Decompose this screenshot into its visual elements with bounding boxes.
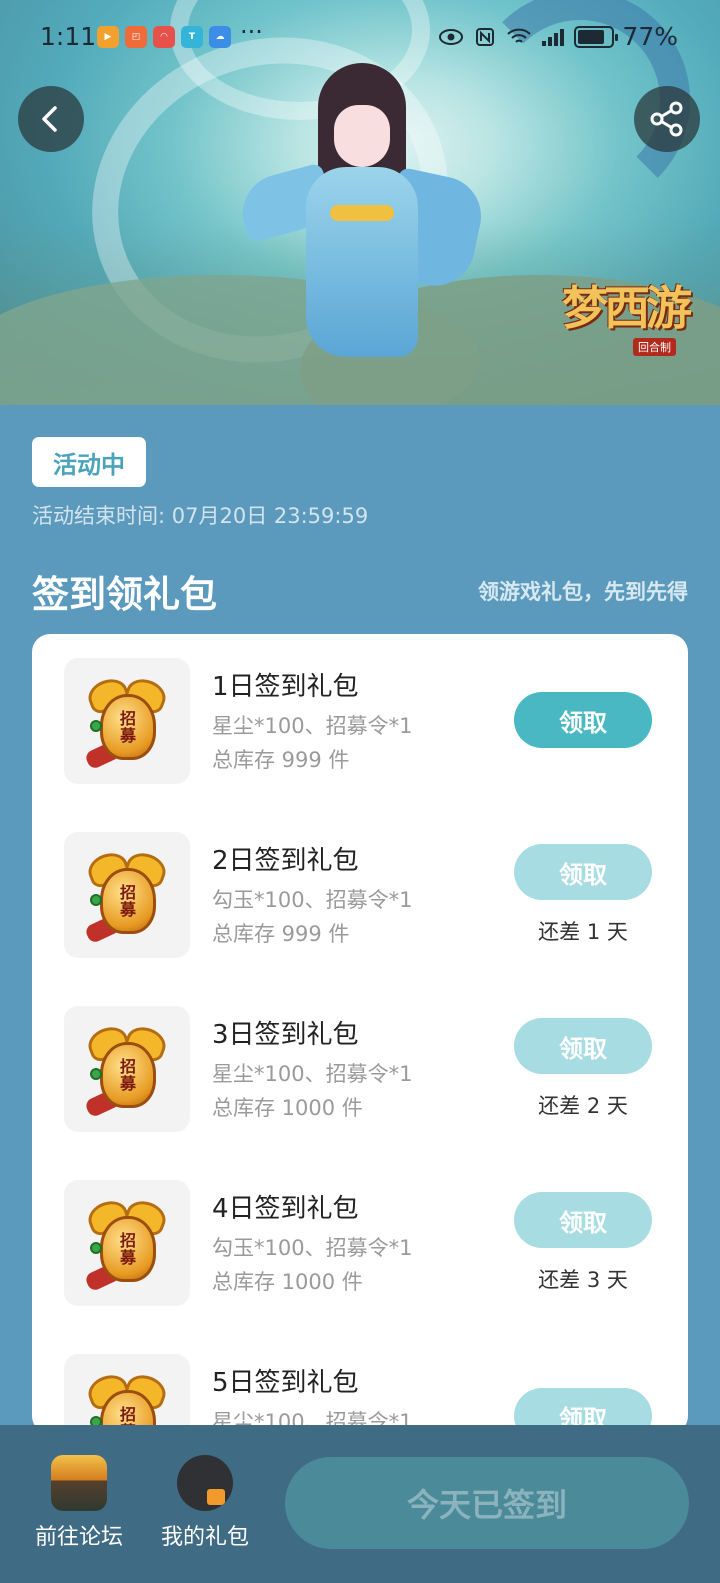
- checkin-button[interactable]: 今天已签到: [285, 1457, 689, 1549]
- gift-row: 招募 2日签到礼包勾玉*100、招募令*1 总库存 999 件 领取还差 1 天: [32, 808, 688, 982]
- activity-end-time: 活动结束时间: 07月20日 23:59:59: [32, 504, 369, 528]
- back-button[interactable]: [18, 86, 84, 152]
- recruit-token-icon: 招募: [82, 674, 172, 771]
- token-label: 招募: [119, 1057, 136, 1093]
- notification-icons: ▶ ◰ ◠ T ☁: [97, 26, 231, 48]
- wifi-icon: [507, 28, 532, 43]
- battery-icon: [574, 25, 619, 48]
- grid-app-icon: ◰: [125, 26, 147, 48]
- gift-title: 2日签到礼包: [212, 846, 359, 876]
- gift-thumbnail: 招募: [64, 1354, 190, 1434]
- token-label: 招募: [119, 883, 136, 919]
- gift-row: 招募5日签到礼包星尘*100、招募令*1领取: [32, 1330, 688, 1434]
- gift-stock: 总库存 999 件: [212, 922, 350, 946]
- character-illustration: [233, 55, 489, 375]
- gift-stock: 总库存 1000 件: [212, 1270, 363, 1294]
- my-gifts-nav-button[interactable]: 我的礼包: [150, 1455, 260, 1551]
- share-icon: [650, 101, 683, 137]
- more-notifications-icon: ···: [240, 18, 263, 46]
- gift-contents: 星尘*100、招募令*1: [212, 714, 413, 738]
- gift-thumbnail: 招募: [64, 658, 190, 784]
- section-title: 签到领礼包: [32, 573, 217, 616]
- forum-nav-label: 前往论坛: [34, 1525, 123, 1550]
- gift-avatar-icon: [177, 1455, 233, 1511]
- gift-row: 招募 3日签到礼包星尘*100、招募令*1 总库存 1000 件 领取还差 2 天: [32, 982, 688, 1156]
- gift-title: 3日签到礼包: [212, 1020, 359, 1050]
- game-logo-subtitle: 回合制: [633, 338, 676, 356]
- tap-app-icon: T: [181, 26, 203, 48]
- shop-app-icon: ◠: [153, 26, 175, 48]
- nfc-icon: [476, 27, 495, 46]
- gift-row: 招募 4日签到礼包勾玉*100、招募令*1 总库存 1000 件 领取还差 3 天: [32, 1156, 688, 1330]
- gift-title: 1日签到礼包: [212, 672, 359, 702]
- gift-contents: 勾玉*100、招募令*1: [212, 1236, 413, 1260]
- gift-contents: 星尘*100、招募令*1: [212, 1062, 413, 1086]
- gift-stock: 总库存 1000 件: [212, 1096, 363, 1120]
- video-app-icon: ▶: [97, 26, 119, 48]
- gift-contents: 勾玉*100、招募令*1: [212, 888, 413, 912]
- claim-button[interactable]: 领取: [514, 1018, 652, 1074]
- token-label: 招募: [119, 1231, 136, 1267]
- signal-icon: [542, 28, 565, 46]
- status-time: 1:11: [40, 22, 97, 51]
- gift-list-card: 招募 1日签到礼包 星尘*100、招募令*1 总库存 999 件领取 招募 2日签到礼包勾…: [32, 634, 688, 1434]
- recruit-token-icon: 招募: [82, 848, 172, 945]
- recruit-token-icon: 招募: [82, 1196, 172, 1293]
- my-gifts-nav-label: 我的礼包: [160, 1525, 249, 1550]
- days-remaining: 还差 1 天: [538, 920, 628, 944]
- game-logo: 梦西游 回合制: [562, 280, 702, 360]
- status-right: 77%: [438, 22, 678, 51]
- days-remaining: 还差 2 天: [538, 1094, 628, 1118]
- status-bar: 1:11 ▶ ◰ ◠ T ☁ ··· 77%: [0, 0, 720, 76]
- section-subtitle: 领游戏礼包，先到先得: [478, 580, 688, 604]
- forum-nav-button[interactable]: 前往论坛: [24, 1455, 134, 1551]
- gift-row: 招募 1日签到礼包星尘*100、招募令*1 总库存 999 件 领取: [32, 634, 688, 808]
- forum-avatar-icon: [51, 1455, 107, 1511]
- gift-title: 5日签到礼包: [212, 1368, 359, 1398]
- bottom-bar: 前往论坛 我的礼包 今天已签到: [0, 1425, 720, 1583]
- weather-app-icon: ☁: [209, 26, 231, 48]
- gift-stock: 总库存 999 件: [212, 748, 350, 772]
- gift-thumbnail: 招募: [64, 1180, 190, 1306]
- claim-button[interactable]: 领取: [514, 692, 652, 748]
- gift-thumbnail: 招募: [64, 1006, 190, 1132]
- share-button[interactable]: [634, 86, 700, 152]
- token-label: 招募: [119, 709, 136, 745]
- chevron-left-icon: [42, 106, 57, 132]
- claim-button[interactable]: 领取: [514, 844, 652, 900]
- recruit-token-icon: 招募: [82, 1022, 172, 1119]
- claim-button[interactable]: 领取: [514, 1192, 652, 1248]
- gift-title: 4日签到礼包: [212, 1194, 359, 1224]
- game-logo-title: 梦西游: [562, 281, 692, 335]
- battery-level: 77%: [622, 22, 678, 51]
- gift-thumbnail: 招募: [64, 832, 190, 958]
- status-badge: 活动中: [32, 437, 146, 487]
- days-remaining: 还差 3 天: [538, 1268, 628, 1292]
- eye-icon: [439, 28, 464, 45]
